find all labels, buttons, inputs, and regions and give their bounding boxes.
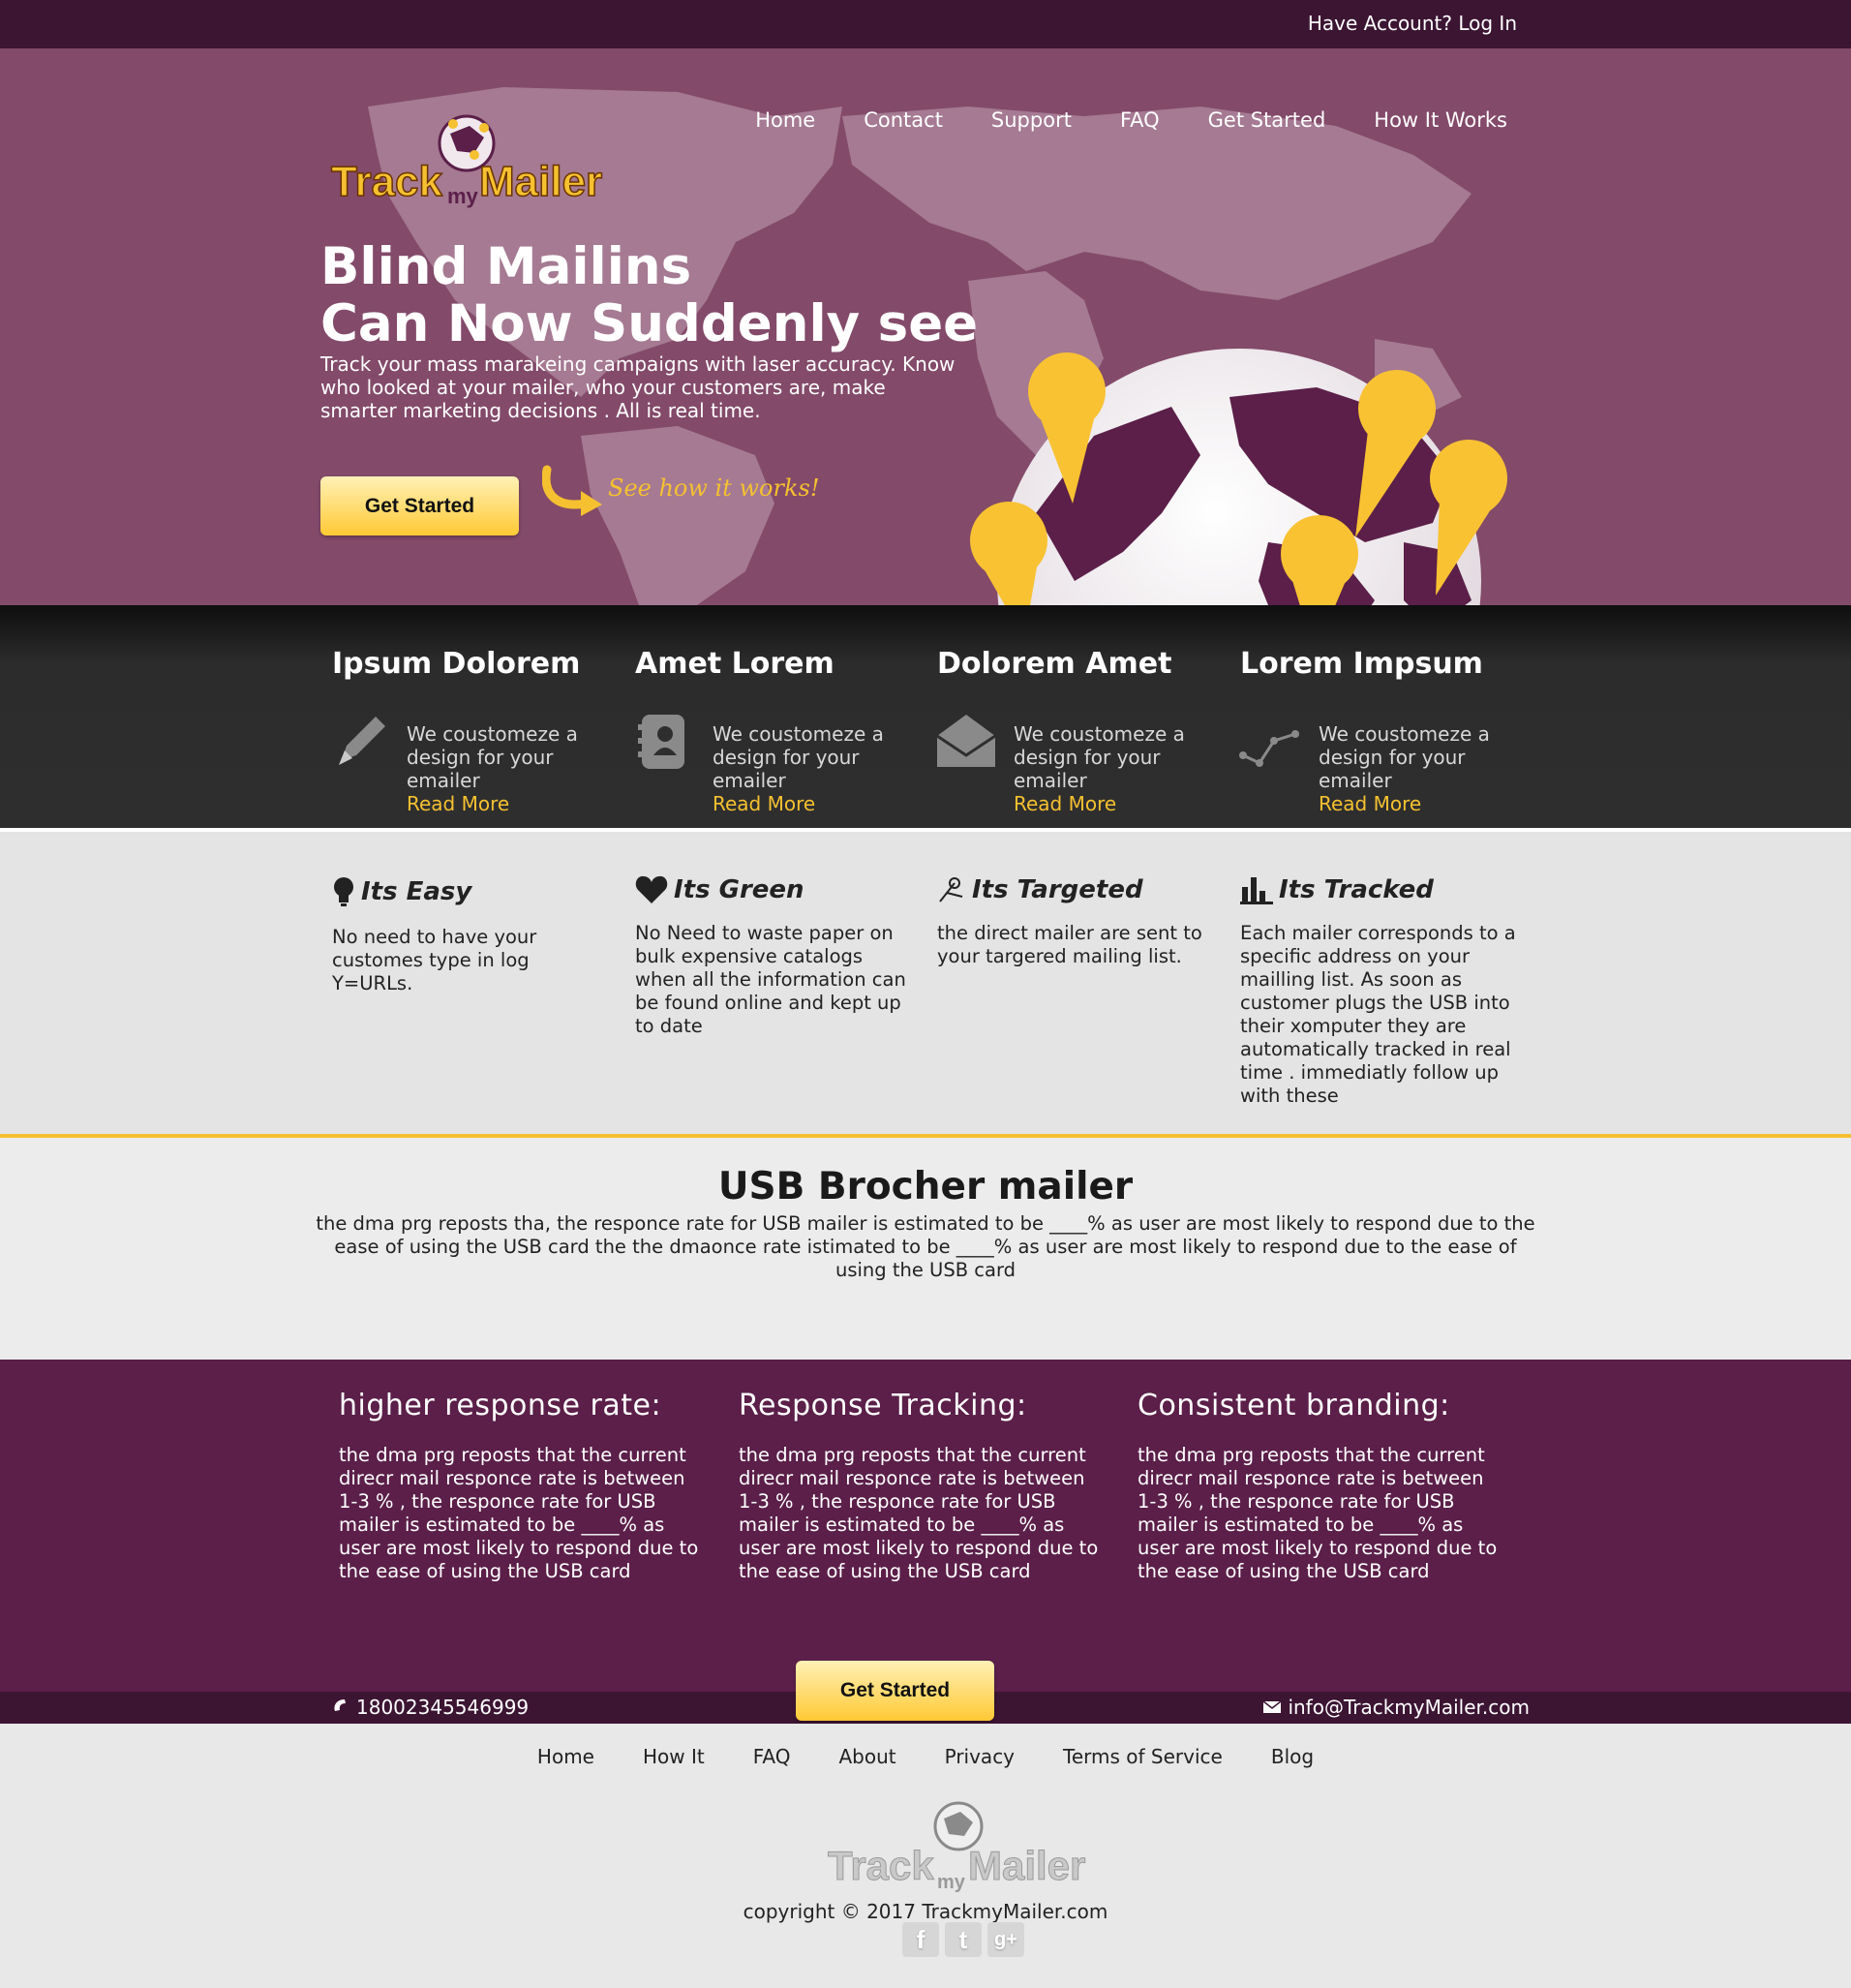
column-text: the dma prg reposts that the current dir… xyxy=(739,1444,1099,1582)
footer-nav-how-it[interactable]: How It xyxy=(643,1745,705,1768)
read-more-link[interactable]: Read More xyxy=(407,792,509,815)
feature-card: Lorem Impsum We coustomeze a design for … xyxy=(1228,647,1518,815)
benefit-title: Its Targeted xyxy=(972,875,1143,904)
benefit-card: Its Targeted the direct mailer are sent … xyxy=(937,875,1218,968)
footer-nav-privacy[interactable]: Privacy xyxy=(945,1745,1015,1768)
nav-get-started[interactable]: Get Started xyxy=(1208,108,1326,132)
svg-text:Mailer: Mailer xyxy=(479,158,602,205)
nav-faq[interactable]: FAQ xyxy=(1120,108,1160,132)
benefit-title: Its Green xyxy=(674,875,804,904)
target-icon xyxy=(939,877,963,902)
feature-desc: We coustomeze a design for your emailer xyxy=(407,722,578,792)
phone-contact[interactable]: 18002345546999 xyxy=(331,1696,529,1719)
nav-support[interactable]: Support xyxy=(991,108,1072,132)
nav-contact[interactable]: Contact xyxy=(864,108,943,132)
top-bar: Have Account? Log In xyxy=(0,0,1851,48)
feature-title: Lorem Impsum xyxy=(1240,647,1483,681)
envelope-icon xyxy=(936,715,996,767)
feature-desc: We coustomeze a design for your emailer xyxy=(1014,722,1185,792)
phone-icon xyxy=(334,1699,346,1711)
hero-lead: Track your mass marakeing campaigns with… xyxy=(320,352,956,422)
benefit-card: Its Green No Need to waste paper on bulk… xyxy=(635,875,911,1038)
footer-nav-about[interactable]: About xyxy=(838,1745,895,1768)
benefit-columns-section: higher response rate: the dma prg repost… xyxy=(0,1360,1851,1692)
address-book-icon xyxy=(638,715,684,769)
twitter-icon[interactable]: t xyxy=(945,1922,982,1957)
usb-mailer-section: USB Brocher mailer the dma prg reposts t… xyxy=(0,1142,1851,1360)
feature-card: Dolorem Amet We coustomeze a design for … xyxy=(925,647,1215,815)
email-address: info@TrackmyMailer.com xyxy=(1288,1696,1530,1719)
benefits-section: Its Easy No need to have your customes t… xyxy=(0,828,1851,1138)
column-title: Consistent branding: xyxy=(1138,1389,1450,1422)
social-links: f t g+ xyxy=(902,1922,1024,1957)
login-link[interactable]: Have Account? Log In xyxy=(1308,12,1517,35)
nav-how-it-works[interactable]: How It Works xyxy=(1374,108,1507,132)
info-column: Response Tracking: the dma prg reposts t… xyxy=(739,1389,1107,1583)
bar-chart-icon xyxy=(1240,877,1273,904)
column-text: the dma prg reposts that the current dir… xyxy=(1138,1444,1498,1582)
brand-logo[interactable]: Track my Mailer xyxy=(329,107,629,213)
footer: Home How It FAQ About Privacy Terms of S… xyxy=(0,1724,1851,1988)
feature-title: Dolorem Amet xyxy=(937,647,1172,681)
feature-card: Ipsum Dolorem We coustomeze a design for… xyxy=(319,647,610,815)
hero-get-started-button[interactable]: Get Started xyxy=(320,476,519,535)
email-contact[interactable]: info@TrackmyMailer.com xyxy=(1262,1696,1530,1719)
feature-card: Amet Lorem We coustomeze a design for yo… xyxy=(622,647,913,815)
pencil-icon xyxy=(339,717,385,765)
lightbulb-icon xyxy=(334,877,353,906)
benefit-title: Its Tracked xyxy=(1279,875,1434,904)
footer-get-started-button[interactable]: Get Started xyxy=(796,1661,994,1721)
benefit-text: No Need to waste paper on bulk expensive… xyxy=(635,922,906,1037)
read-more-link[interactable]: Read More xyxy=(1319,792,1421,815)
svg-text:my: my xyxy=(447,184,479,208)
benefit-title: Its Easy xyxy=(361,877,472,906)
footer-nav-home[interactable]: Home xyxy=(537,1745,594,1768)
column-title: higher response rate: xyxy=(339,1389,662,1422)
feature-desc: We coustomeze a design for your emailer xyxy=(713,722,884,792)
facebook-icon[interactable]: f xyxy=(902,1922,939,1957)
benefit-card: Its Easy No need to have your customes t… xyxy=(332,875,613,995)
footer-logo: Track my Mailer xyxy=(828,1801,1086,1893)
google-plus-icon[interactable]: g+ xyxy=(987,1922,1024,1957)
benefit-text: No need to have your customes type in lo… xyxy=(332,926,537,994)
feature-desc: We coustomeze a design for your emailer xyxy=(1319,722,1490,792)
svg-text:Mailer: Mailer xyxy=(968,1843,1085,1888)
hero-section: Track my Mailer Home Contact Support FAQ… xyxy=(0,48,1851,605)
hero-title: Blind Mailins Can Now Suddenly see xyxy=(320,238,998,352)
line-chart-icon xyxy=(1239,730,1299,767)
column-text: the dma prg reposts that the current dir… xyxy=(339,1444,699,1582)
feature-title: Ipsum Dolorem xyxy=(332,647,581,681)
benefit-text: the direct mailer are sent to your targe… xyxy=(937,922,1202,967)
svg-text:Track: Track xyxy=(828,1843,934,1888)
read-more-link[interactable]: Read More xyxy=(1014,792,1116,815)
svg-text:Track: Track xyxy=(331,158,443,205)
feature-title: Amet Lorem xyxy=(635,647,834,681)
hero-title-line1: Blind Mailins xyxy=(320,237,692,296)
column-title: Response Tracking: xyxy=(739,1389,1027,1422)
benefit-text: Each mailer corresponds to a specific ad… xyxy=(1240,922,1516,1107)
hero-title-line2: Can Now Suddenly see xyxy=(320,294,979,353)
globe-with-pins-illustration xyxy=(970,349,1507,605)
see-how-link[interactable]: See how it works! xyxy=(608,474,819,502)
copyright: copyright © 2017 TrackmyMailer.com xyxy=(743,1900,1108,1923)
footer-nav: Home How It FAQ About Privacy Terms of S… xyxy=(0,1745,1851,1768)
info-column: higher response rate: the dma prg repost… xyxy=(339,1389,707,1583)
benefit-card: Its Tracked Each mailer corresponds to a… xyxy=(1240,875,1521,1108)
heart-icon xyxy=(635,875,668,903)
svg-text:my: my xyxy=(937,1872,966,1893)
usb-title: USB Brocher mailer xyxy=(717,1165,1134,1208)
usb-text: the dma prg reposts tha, the responce ra… xyxy=(316,1212,1535,1281)
footer-nav-terms[interactable]: Terms of Service xyxy=(1063,1745,1223,1768)
read-more-link[interactable]: Read More xyxy=(713,792,815,815)
nav-home[interactable]: Home xyxy=(755,108,815,132)
phone-number: 18002345546999 xyxy=(356,1696,530,1719)
footer-nav-blog[interactable]: Blog xyxy=(1271,1745,1314,1768)
footer-nav-faq[interactable]: FAQ xyxy=(753,1745,791,1768)
curved-arrow-icon xyxy=(542,465,602,516)
features-strip: Ipsum Dolorem We coustomeze a design for… xyxy=(0,605,1851,828)
main-nav: Home Contact Support FAQ Get Started How… xyxy=(755,108,1507,132)
info-column: Consistent branding: the dma prg reposts… xyxy=(1138,1389,1505,1583)
mail-icon xyxy=(1262,1700,1282,1713)
